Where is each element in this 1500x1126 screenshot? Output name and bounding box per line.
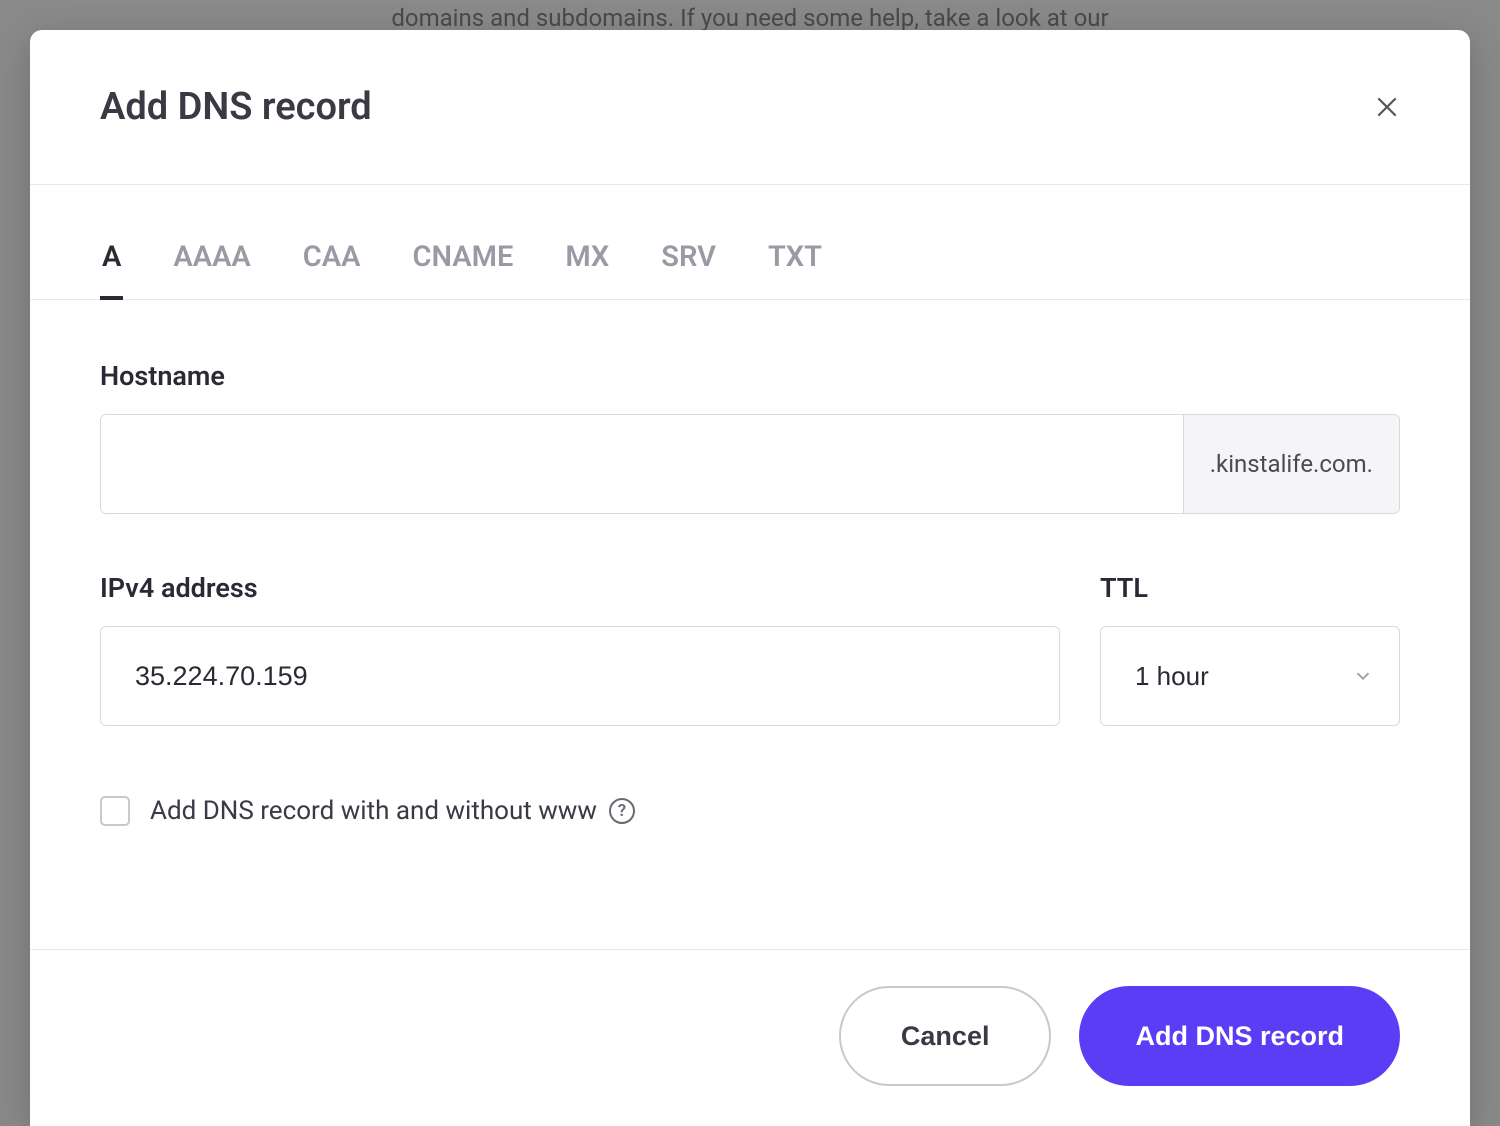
add-dns-record-modal: Add DNS record A AAAA CAA CNAME MX SRV T… [30,30,1470,1126]
tab-txt[interactable]: TXT [766,185,824,300]
ipv4-input[interactable] [100,626,1060,726]
modal-title: Add DNS record [100,85,372,129]
hostname-suffix: .kinstalife.com. [1183,415,1399,513]
ipv4-section: IPv4 address [100,572,1060,726]
ip-ttl-row: IPv4 address TTL [100,572,1400,726]
tab-srv[interactable]: SRV [659,185,718,300]
ttl-section: TTL [1100,572,1400,726]
tab-mx[interactable]: MX [563,185,611,300]
modal-footer: Cancel Add DNS record [30,949,1470,1126]
www-checkbox-label: Add DNS record with and without www ? [150,796,635,826]
ipv4-label: IPv4 address [100,572,1060,604]
ttl-label: TTL [1100,572,1400,604]
help-icon[interactable]: ? [609,798,635,824]
record-type-tabs: A AAAA CAA CNAME MX SRV TXT [30,185,1470,300]
ttl-select[interactable] [1100,626,1400,726]
www-checkbox[interactable] [100,796,130,826]
hostname-input-group: .kinstalife.com. [100,414,1400,514]
tab-a[interactable]: A [100,185,123,300]
www-checkbox-text: Add DNS record with and without www [150,796,597,826]
close-icon[interactable] [1374,94,1400,120]
modal-body: A AAAA CAA CNAME MX SRV TXT Hostname .ki… [30,185,1470,949]
cancel-button[interactable]: Cancel [839,986,1052,1086]
add-dns-record-button[interactable]: Add DNS record [1079,986,1400,1086]
ttl-select-wrap [1100,626,1400,726]
hostname-label: Hostname [100,360,1400,392]
www-checkbox-row: Add DNS record with and without www ? [100,796,1400,826]
hostname-section: Hostname .kinstalife.com. [100,360,1400,514]
tab-cname[interactable]: CNAME [410,185,515,300]
hostname-input[interactable] [101,415,1183,513]
tab-aaaa[interactable]: AAAA [171,185,252,300]
tab-caa[interactable]: CAA [301,185,363,300]
modal-header: Add DNS record [30,30,1470,185]
